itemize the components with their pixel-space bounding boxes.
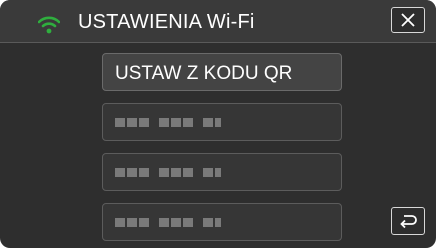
wifi-icon [38, 16, 60, 34]
masked-network-item [102, 203, 342, 241]
return-arrow-icon [400, 215, 417, 229]
close-button[interactable] [391, 7, 425, 33]
masked-text-placeholder [115, 118, 221, 127]
wifi-settings-screen: USTAWIENIA Wi-Fi USTAW Z KODU QR [0, 0, 436, 248]
masked-network-item [102, 153, 342, 191]
set-from-qr-code-button[interactable]: USTAW Z KODU QR [102, 53, 342, 91]
masked-network-item [102, 103, 342, 141]
back-button[interactable] [391, 207, 425, 235]
masked-text-placeholder [115, 218, 221, 227]
close-icon [401, 13, 415, 27]
menu-item-label: USTAW Z KODU QR [115, 63, 293, 84]
header-bar: USTAWIENIA Wi-Fi [0, 0, 436, 43]
masked-text-placeholder [115, 168, 221, 177]
page-title: USTAWIENIA Wi-Fi [78, 11, 255, 33]
